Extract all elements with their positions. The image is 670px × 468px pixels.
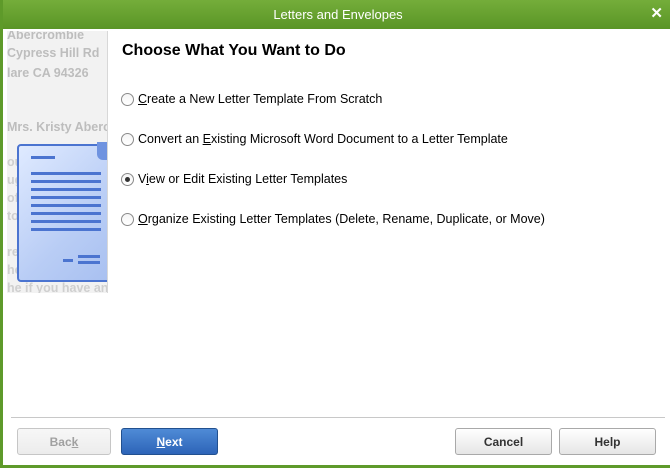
document-line (31, 188, 101, 191)
option-label: Convert an Existing Microsoft Word Docum… (138, 132, 508, 146)
radio-button-selected[interactable] (121, 172, 134, 186)
back-button[interactable]: Bac k (17, 428, 111, 455)
illustration-text: Mrs. Kristy Aberc (7, 120, 108, 134)
document-line (31, 228, 101, 231)
help-button[interactable]: Help (559, 428, 656, 455)
document-line (78, 255, 100, 258)
letter-illustration: Abercrombie Cypress Hill Rd lare CA 9432… (7, 31, 108, 293)
document-line (31, 172, 101, 175)
next-button[interactable]: Next (121, 428, 218, 455)
document-line (78, 261, 100, 264)
document-line (31, 196, 101, 199)
option-create-new-template[interactable]: Create a New Letter Template From Scratc… (121, 90, 382, 108)
illustration-text: Cypress Hill Rd (7, 46, 100, 60)
option-convert-word-document[interactable]: Convert an Existing Microsoft Word Docum… (121, 130, 508, 148)
document-line (31, 156, 55, 159)
wizard-content: Abercrombie Cypress Hill Rd lare CA 9432… (6, 29, 670, 465)
option-organize-templates[interactable]: Organize Existing Letter Templates (Dele… (121, 210, 545, 228)
close-icon[interactable]: ✕ (650, 0, 663, 29)
radio-button[interactable] (121, 132, 134, 146)
illustration-text: Abercrombie (7, 31, 85, 42)
radio-button[interactable] (121, 92, 134, 106)
window-title: Letters and Envelopes (273, 7, 403, 22)
option-label: View or Edit Existing Letter Templates (138, 172, 348, 186)
option-label: Organize Existing Letter Templates (Dele… (138, 212, 545, 226)
document-line (31, 204, 101, 207)
document-line (63, 259, 73, 262)
option-view-edit-templates[interactable]: View or Edit Existing Letter Templates (121, 170, 347, 188)
page-title: Choose What You Want to Do (122, 42, 346, 59)
document-line (31, 220, 101, 223)
illustration-text: lare CA 94326 (7, 66, 89, 80)
title-bar: Letters and Envelopes ✕ (3, 0, 670, 29)
illustration-text: he if you have an (7, 281, 108, 293)
document-line (31, 212, 101, 215)
letters-envelopes-window: Letters and Envelopes ✕ Abercrombie Cypr… (0, 0, 670, 468)
radio-button[interactable] (121, 212, 134, 226)
footer-divider (11, 417, 665, 419)
cancel-button[interactable]: Cancel (455, 428, 552, 455)
page-fold-icon (97, 142, 107, 160)
option-label: Create a New Letter Template From Scratc… (138, 92, 383, 106)
document-line (31, 180, 101, 183)
